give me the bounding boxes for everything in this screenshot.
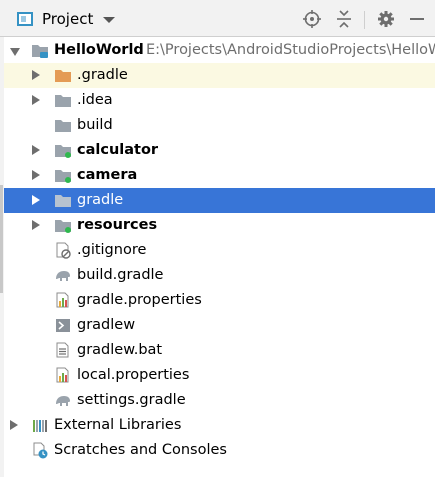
header-separator (364, 11, 365, 29)
item-label: build.gradle (77, 267, 164, 283)
tree-item-build[interactable]: build (4, 113, 435, 138)
folder-orange-icon (54, 67, 72, 84)
ignore-file-icon (54, 242, 72, 259)
properties-file-icon (54, 292, 72, 309)
module-folder-icon (54, 142, 72, 159)
project-icon (17, 12, 33, 26)
collapse-all-icon[interactable] (333, 8, 355, 30)
root-path: E:\Projects\AndroidStudioProjects\HelloW… (146, 42, 435, 58)
libraries-icon (31, 417, 49, 434)
expand-arrow-icon[interactable] (32, 220, 40, 230)
module-folder-icon (54, 167, 72, 184)
root-label: HelloWorld (54, 42, 144, 58)
tree-root-helloworld[interactable]: HelloWorld E:\Projects\AndroidStudioProj… (4, 38, 435, 63)
item-label: resources (77, 217, 158, 233)
shell-script-icon (54, 317, 72, 334)
tree-item-gradle[interactable]: gradle (4, 188, 435, 213)
item-label: Scratches and Consoles (54, 442, 227, 458)
view-selector-label[interactable]: Project (42, 10, 93, 28)
module-folder-icon (54, 217, 72, 234)
item-label: gradle.properties (77, 292, 202, 308)
tool-window-header: Project (0, 0, 435, 37)
expand-arrow-icon[interactable] (32, 70, 40, 80)
item-label: .gitignore (77, 242, 147, 258)
folder-icon (54, 92, 72, 109)
expand-arrow-icon[interactable] (32, 145, 40, 155)
item-label: build (77, 117, 113, 133)
tree-item-calculator[interactable]: calculator (4, 138, 435, 163)
minimize-icon[interactable] (406, 8, 428, 30)
locate-target-icon[interactable] (301, 8, 323, 30)
item-label: .gradle (77, 67, 128, 83)
item-label: settings.gradle (77, 392, 186, 408)
collapse-arrow-icon[interactable] (10, 48, 20, 56)
tree-item-settings-gradle[interactable]: settings.gradle (4, 388, 435, 413)
item-label: gradlew.bat (77, 342, 163, 358)
properties-file-icon (54, 367, 72, 384)
tree-item-gradle-properties[interactable]: gradle.properties (4, 288, 435, 313)
item-label: gradlew (77, 317, 136, 333)
gear-icon[interactable] (375, 8, 397, 30)
scratches-clock-icon (31, 442, 49, 459)
tree-item-dot-idea[interactable]: .idea (4, 88, 435, 113)
scrollbar-thumb[interactable] (0, 185, 3, 293)
folder-icon (54, 117, 72, 134)
item-label: .idea (77, 92, 113, 108)
gradle-elephant-icon (54, 267, 72, 284)
folder-icon (54, 192, 72, 209)
expand-arrow-icon[interactable] (32, 95, 40, 105)
dropdown-arrow-icon[interactable] (103, 17, 115, 23)
tree-item-build-gradle[interactable]: build.gradle (4, 263, 435, 288)
item-label: camera (77, 167, 138, 183)
tree-item-dot-gradle[interactable]: .gradle (4, 63, 435, 88)
tree-item-gradlew-bat[interactable]: gradlew.bat (4, 338, 435, 363)
tree-item-external-libraries[interactable]: External Libraries (4, 413, 435, 438)
module-folder-icon (31, 42, 49, 59)
item-label: gradle (77, 192, 124, 208)
tree-item-scratches-and-consoles[interactable]: Scratches and Consoles (4, 438, 435, 463)
item-label: calculator (77, 142, 159, 158)
tree-item-gitignore[interactable]: .gitignore (4, 238, 435, 263)
tree-item-local-properties[interactable]: local.properties (4, 363, 435, 388)
tree-item-resources[interactable]: resources (4, 213, 435, 238)
tree-item-gradlew[interactable]: gradlew (4, 313, 435, 338)
item-label: local.properties (77, 367, 190, 383)
item-label: External Libraries (54, 417, 182, 433)
project-tool-window: Project HelloWorld E:\Projects\AndroidSt… (0, 0, 435, 477)
expand-arrow-icon[interactable] (10, 420, 18, 430)
gradle-elephant-icon (54, 392, 72, 409)
text-file-icon (54, 342, 72, 359)
expand-arrow-icon[interactable] (32, 195, 40, 205)
expand-arrow-icon[interactable] (32, 170, 40, 180)
tree-item-camera[interactable]: camera (4, 163, 435, 188)
